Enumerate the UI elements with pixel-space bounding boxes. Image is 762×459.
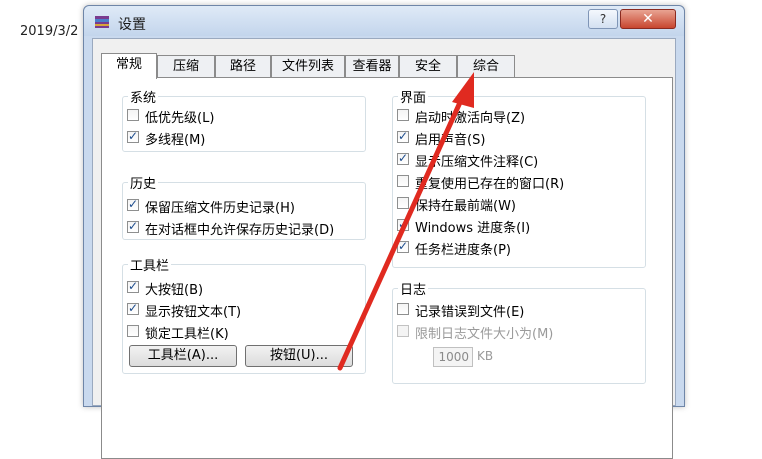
log-size-unit: KB bbox=[477, 349, 494, 363]
checkbox-box bbox=[127, 219, 139, 233]
checkbox-box bbox=[397, 197, 409, 209]
checkbox-label: 低优先级(L) bbox=[145, 111, 215, 126]
toolbar-group: 工具栏 大按钮(B) 显示按钮文本(T) 锁定工具栏(K) 工具栏(A)... … bbox=[122, 255, 366, 374]
tab-paths[interactable]: 路径 bbox=[215, 55, 271, 77]
toolbar-group-title: 工具栏 bbox=[128, 255, 172, 274]
title-bar[interactable]: 设置 ? ✕ bbox=[84, 6, 684, 36]
checkbox-box bbox=[127, 279, 139, 293]
checkbox-label: 显示压缩文件注释(C) bbox=[415, 155, 539, 170]
checkbox-box bbox=[397, 239, 409, 253]
checkbox-label: Windows 进度条(I) bbox=[415, 221, 531, 236]
interface-group-title: 界面 bbox=[398, 87, 429, 106]
checkbox-label: 保留压缩文件历史记录(H) bbox=[145, 201, 295, 216]
tab-general[interactable]: 常规 bbox=[101, 53, 157, 79]
checkbox-label: 任务栏进度条(P) bbox=[415, 243, 511, 258]
winrar-app-icon bbox=[95, 16, 109, 28]
checkbox-box bbox=[397, 109, 409, 121]
checkbox-box bbox=[397, 325, 409, 337]
checkbox-label: 多线程(M) bbox=[145, 133, 206, 148]
checkbox-label: 启动时激活向导(Z) bbox=[415, 111, 526, 126]
settings-window: 设置 ? ✕ 常规 压缩 路径 文件列表 查看器 安全 综合 系统 低优先级(L… bbox=[83, 5, 685, 459]
log-group-title: 日志 bbox=[398, 279, 429, 298]
checkbox-box bbox=[127, 197, 139, 211]
checkbox-box bbox=[127, 301, 139, 315]
toolbar-settings-button[interactable]: 工具栏(A)... bbox=[129, 345, 237, 367]
checkbox-box bbox=[127, 325, 139, 337]
checkbox-box bbox=[397, 175, 409, 187]
tab-file-list[interactable]: 文件列表 bbox=[271, 55, 345, 77]
checkbox-label: 在对话框中允许保存历史记录(D) bbox=[145, 223, 335, 238]
checkbox-box bbox=[397, 151, 409, 165]
history-group-title: 历史 bbox=[128, 173, 159, 192]
interface-group: 界面 启动时激活向导(Z) 启用声音(S) 显示压缩文件注释(C) 重复使用已存… bbox=[392, 87, 646, 268]
general-tab-panel: 系统 低优先级(L) 多线程(M) 历史 保留压缩文件历史记录(H) bbox=[101, 77, 673, 459]
checkbox-label: 大按钮(B) bbox=[145, 283, 204, 298]
help-button[interactable]: ? bbox=[588, 9, 618, 29]
close-button[interactable]: ✕ bbox=[620, 9, 676, 29]
checkbox-box bbox=[397, 217, 409, 231]
tab-misc[interactable]: 综合 bbox=[457, 55, 515, 77]
checkbox-label: 显示按钮文本(T) bbox=[145, 305, 242, 320]
checkbox-box bbox=[127, 109, 139, 121]
history-group: 历史 保留压缩文件历史记录(H) 在对话框中允许保存历史记录(D) bbox=[122, 173, 366, 240]
tab-compression[interactable]: 压缩 bbox=[157, 55, 215, 77]
tab-security[interactable]: 安全 bbox=[399, 55, 457, 77]
log-size-input: 1000 bbox=[433, 347, 473, 367]
checkbox-box bbox=[127, 129, 139, 143]
buttons-settings-button[interactable]: 按钮(U)... bbox=[245, 345, 353, 367]
background-date-text: 2019/3/2 bbox=[20, 24, 79, 39]
tab-viewer[interactable]: 查看器 bbox=[345, 55, 399, 77]
checkbox-box bbox=[397, 303, 409, 315]
system-group: 系统 低优先级(L) 多线程(M) bbox=[122, 87, 366, 152]
checkbox-label: 限制日志文件大小为(M) bbox=[415, 327, 554, 342]
checkbox-label: 启用声音(S) bbox=[415, 133, 486, 148]
checkbox-label: 重复使用已存在的窗口(R) bbox=[415, 177, 565, 192]
window-title: 设置 bbox=[118, 17, 146, 33]
checkbox-label: 锁定工具栏(K) bbox=[145, 327, 229, 342]
checkbox-label: 保持在最前端(W) bbox=[415, 199, 516, 214]
checkbox-label: 记录错误到文件(E) bbox=[415, 305, 525, 320]
log-group: 日志 记录错误到文件(E) 限制日志文件大小为(M) 1000 KB bbox=[392, 279, 646, 384]
checkbox-box bbox=[397, 129, 409, 143]
dialog-client-area: 常规 压缩 路径 文件列表 查看器 安全 综合 系统 低优先级(L) 多线程(M… bbox=[92, 38, 676, 459]
system-group-title: 系统 bbox=[128, 87, 159, 106]
